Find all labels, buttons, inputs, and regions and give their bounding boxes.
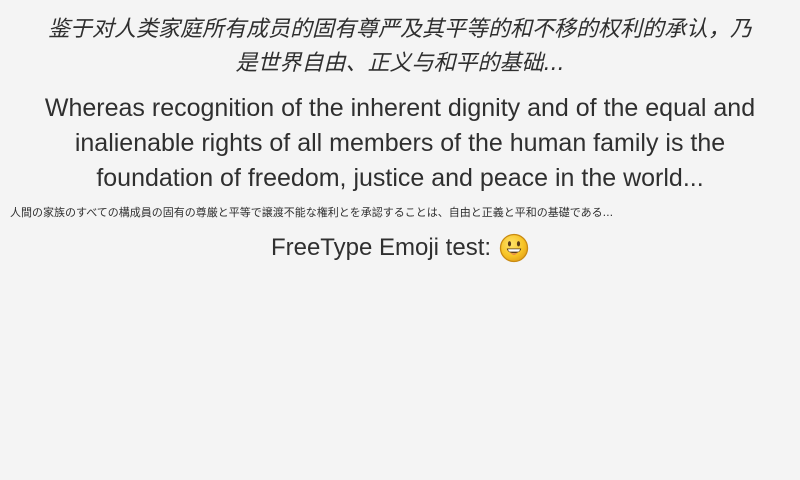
- english-text-line-2: inalienable rights of all members of the…: [74, 129, 726, 157]
- text-rendering-page: 鉴于对人类家庭所有成员的固有尊严及其平等的和不移的权利的承认，乃 是世界自由、正…: [0, 0, 800, 480]
- english-text-line-3: foundation of freedom, justice and peace…: [96, 164, 704, 192]
- emoji-test-row: FreeType Emoji test:: [0, 230, 800, 266]
- chinese-text-line-2: 是世界自由、正义与和平的基础...: [235, 51, 565, 76]
- japanese-text-line: 人間の家族のすべての構成員の固有の尊厳と平等で譲渡不能な権利とを承認することは、…: [10, 206, 614, 219]
- emoji-test-label: FreeType Emoji test:: [270, 234, 492, 261]
- english-text-line-1: Whereas recognition of the inherent dign…: [44, 94, 756, 122]
- grinning-face-emoji-icon: [499, 233, 529, 263]
- chinese-text-line-1: 鉴于对人类家庭所有成员的固有尊严及其平等的和不移的权利的承认，乃: [47, 17, 752, 42]
